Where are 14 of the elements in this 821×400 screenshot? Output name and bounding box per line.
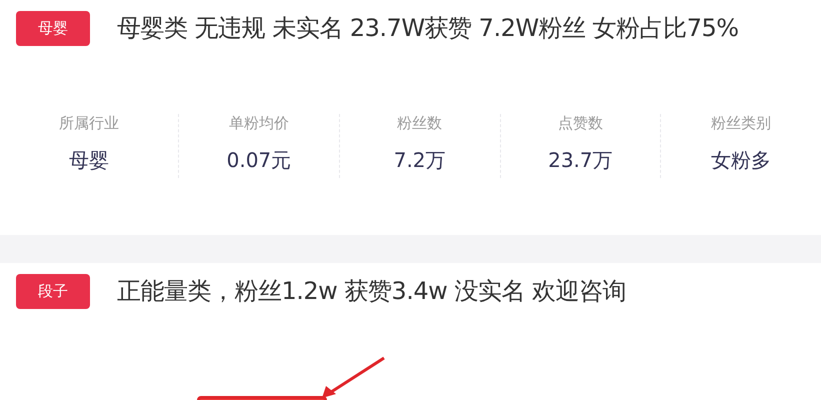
listing-title: 母婴类 无违规 未实名 23.7W获赞 7.2W粉丝 女粉占比75% [117,13,739,44]
stat-value: 母婴 [69,147,109,174]
stat-value: 23.7万 [548,147,613,174]
category-tag: 母婴 [16,10,90,46]
stat-label: 所属行业 [59,114,119,133]
listing-title: 正能量类，粉丝1.2w 获赞3.4w 没实名 欢迎咨询 [117,276,626,307]
stat-label: 单粉均价 [228,114,289,133]
stat-label: 粉丝数 [397,114,442,133]
stat-label: 点赞数 [558,114,603,133]
stat-label: 粉丝类别 [711,114,772,133]
category-tag: 段子 [16,274,90,308]
stat-value: 7.2万 [394,147,446,174]
stat-value: 女粉多 [711,147,772,174]
stat-value: 0.07元 [226,147,292,174]
